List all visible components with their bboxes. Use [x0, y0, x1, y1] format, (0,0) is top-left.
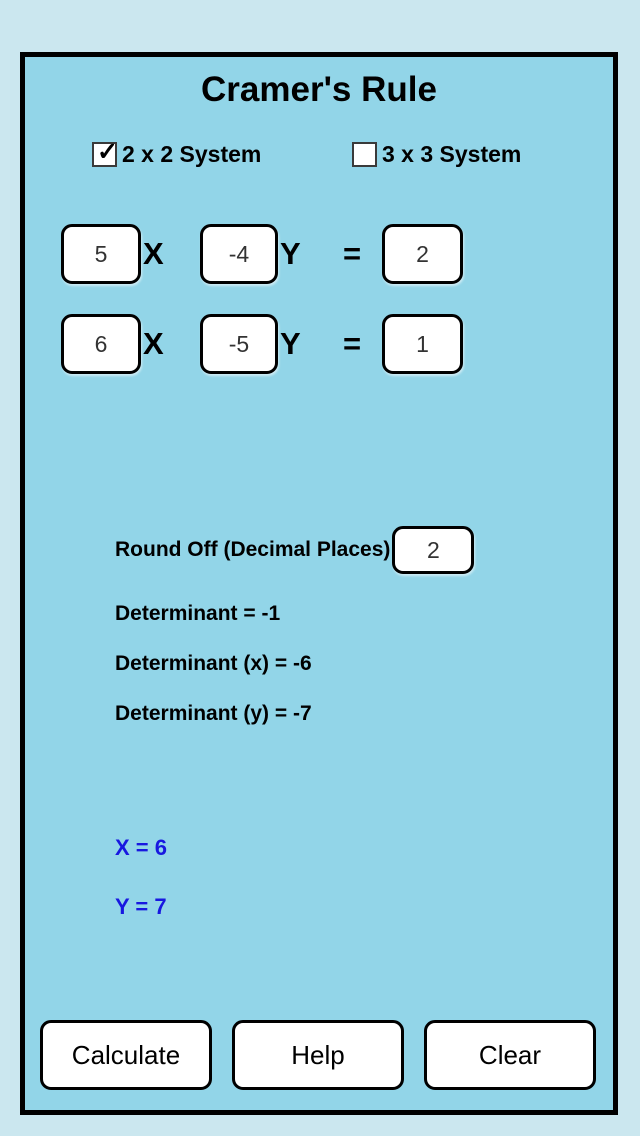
equation-row-1: 5 X -4 Y = 2	[25, 224, 613, 286]
help-button[interactable]: Help	[232, 1020, 404, 1090]
equation-2-coefficient-y-input[interactable]: -5	[200, 314, 278, 374]
equation-1-coefficient-x-input[interactable]: 5	[61, 224, 141, 284]
determinant-x-result: Determinant (x) = -6	[115, 652, 312, 675]
equation-1-variable-x-label: X	[143, 236, 164, 271]
clear-button[interactable]: Clear	[424, 1020, 596, 1090]
equation-2-equals-sign: =	[343, 326, 362, 361]
equation-2-variable-x-label: X	[143, 326, 164, 361]
equation-2-constant-input[interactable]: 1	[382, 314, 463, 374]
equation-2-variable-y-label: Y	[280, 326, 301, 361]
determinant-result: Determinant = -1	[115, 602, 281, 625]
app-panel: Cramer's Rule ✓ 2 x 2 System 3 x 3 Syste…	[20, 52, 618, 1115]
round-off-label: Round Off (Decimal Places)	[115, 538, 391, 561]
system-option-2x2-label: 2 x 2 System	[122, 141, 262, 167]
system-option-3x3[interactable]: 3 x 3 System	[352, 141, 521, 168]
system-option-2x2[interactable]: ✓ 2 x 2 System	[92, 138, 262, 168]
system-option-3x3-label: 3 x 3 System	[382, 141, 522, 167]
equation-1-variable-y-label: Y	[280, 236, 301, 271]
button-bar: Calculate Help Clear	[25, 1020, 613, 1090]
equation-1-equals-sign: =	[343, 236, 362, 271]
solution-x: X = 6	[115, 835, 167, 860]
equation-2-coefficient-x-input[interactable]: 6	[61, 314, 141, 374]
equation-1-constant-input[interactable]: 2	[382, 224, 463, 284]
page-title: Cramer's Rule	[201, 70, 437, 109]
equation-1-coefficient-y-input[interactable]: -4	[200, 224, 278, 284]
round-off-row: Round Off (Decimal Places) 2	[115, 526, 475, 574]
calculate-button[interactable]: Calculate	[40, 1020, 212, 1090]
checkbox-3x3[interactable]	[352, 142, 377, 167]
check-icon: ✓	[97, 138, 118, 166]
solution-y: Y = 7	[115, 894, 167, 919]
determinant-y-result: Determinant (y) = -7	[115, 702, 312, 725]
round-off-input[interactable]: 2	[392, 526, 475, 574]
checkbox-2x2[interactable]: ✓	[92, 138, 118, 167]
equation-row-2: 6 X -5 Y = 1	[25, 314, 613, 376]
system-selector: ✓ 2 x 2 System 3 x 3 System	[25, 138, 613, 171]
